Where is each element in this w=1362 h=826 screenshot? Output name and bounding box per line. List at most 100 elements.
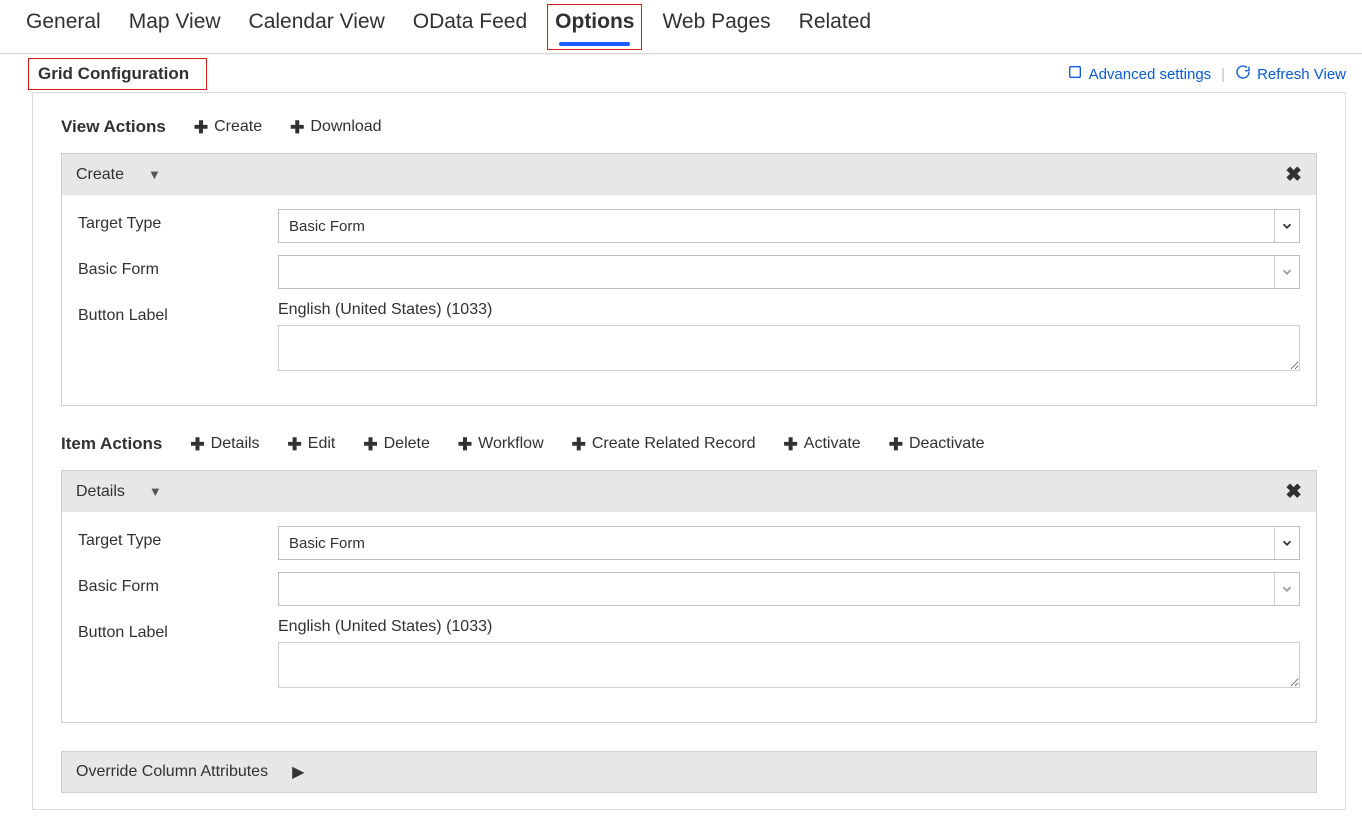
field-label: Button Label [78,618,278,642]
create-panel: Create ▼ ✖ Target Type Basic Form [61,153,1317,406]
panel-body: Target Type Basic Form Basic Form [62,512,1316,722]
tab-calendar-view[interactable]: Calendar View [249,10,385,36]
tab-label: Options [555,10,634,33]
button-label-input[interactable] [278,325,1300,371]
add-deactivate-button[interactable]: ✚ Deactivate [889,435,985,453]
plus-icon: ✚ [572,436,586,453]
chevron-down-icon: ▼ [148,167,161,182]
tab-odata-feed[interactable]: OData Feed [413,10,527,36]
link-label: Advanced settings [1089,66,1212,83]
header-right-links: Advanced settings | Refresh View [1067,64,1346,84]
group-header: View Actions ✚ Create ✚ Download [61,117,1317,137]
tab-options[interactable]: Options [555,10,634,36]
button-label: Edit [308,435,336,453]
field-label: Button Label [78,301,278,325]
button-label: Workflow [478,435,544,453]
selected-value: Basic Form [289,535,365,552]
group-header: Item Actions ✚ Details ✚ Edit ✚ Delete ✚… [61,434,1317,454]
tab-label: Web Pages [662,10,770,33]
tab-strip: General Map View Calendar View OData Fee… [0,0,1362,49]
refresh-view-link[interactable]: Refresh View [1235,64,1346,84]
panel-header[interactable]: Details ▼ ✖ [62,471,1316,512]
panel-header[interactable]: Create ▼ ✖ [62,154,1316,195]
panel-title: Details [76,483,125,501]
group-title: Item Actions [61,434,162,454]
refresh-icon [1235,64,1251,84]
tab-label: Map View [129,10,221,33]
tab-label: Related [799,10,871,33]
tab-label: Calendar View [249,10,385,33]
target-type-row: Target Type Basic Form [78,209,1300,243]
plus-icon: ✚ [190,436,204,453]
field-label: Basic Form [78,572,278,596]
override-column-attributes-bar[interactable]: Override Column Attributes ▶ [61,751,1317,793]
tab-general[interactable]: General [26,10,101,36]
button-label: Details [211,435,260,453]
basic-form-row: Basic Form [78,572,1300,606]
view-actions-group: View Actions ✚ Create ✚ Download Create … [61,117,1317,406]
chevron-down-icon: ▼ [149,484,162,499]
group-title: View Actions [61,117,166,137]
button-label: Create [214,118,262,136]
lang-label: English (United States) (1033) [278,618,1300,636]
add-activate-button[interactable]: ✚ Activate [784,435,861,453]
panel-body: Target Type Basic Form Basic Form [62,195,1316,405]
chevron-down-icon [1274,527,1299,559]
add-details-button[interactable]: ✚ Details [190,435,259,453]
divider: | [1221,66,1225,83]
chevron-down-icon [1274,210,1299,242]
button-label: Create Related Record [592,435,756,453]
basic-form-select[interactable] [278,572,1300,606]
tab-map-view[interactable]: Map View [129,10,221,36]
plus-icon: ✚ [288,436,302,453]
tab-label: General [26,10,101,33]
button-label-input[interactable] [278,642,1300,688]
plus-icon: ✚ [458,436,472,453]
section-title: Grid Configuration [38,64,189,83]
add-download-button[interactable]: ✚ Download [290,118,381,136]
button-label-row: Button Label English (United States) (10… [78,618,1300,692]
tab-web-pages[interactable]: Web Pages [662,10,770,36]
tab-label: OData Feed [413,10,527,33]
button-label-row: Button Label English (United States) (10… [78,301,1300,375]
field-label: Target Type [78,209,278,233]
chevron-down-icon [1274,256,1299,288]
add-delete-button[interactable]: ✚ Delete [363,435,430,453]
plus-icon: ✚ [194,119,208,136]
button-label: Download [310,118,381,136]
field-label: Target Type [78,526,278,550]
section-header-row: Grid Configuration Advanced settings | R… [0,54,1362,92]
add-create-related-button[interactable]: ✚ Create Related Record [572,435,756,453]
add-workflow-button[interactable]: ✚ Workflow [458,435,544,453]
add-edit-button[interactable]: ✚ Edit [288,435,336,453]
panel-title: Create [76,166,124,184]
plus-icon: ✚ [784,436,798,453]
tab-related[interactable]: Related [799,10,871,36]
target-type-select[interactable]: Basic Form [278,209,1300,243]
advanced-settings-link[interactable]: Advanced settings [1067,64,1212,84]
lang-label: English (United States) (1033) [278,301,1300,319]
button-label: Delete [384,435,430,453]
selected-value: Basic Form [289,218,365,235]
plus-icon: ✚ [290,119,304,136]
details-panel: Details ▼ ✖ Target Type Basic Form [61,470,1317,723]
basic-form-row: Basic Form [78,255,1300,289]
close-icon[interactable]: ✖ [1285,479,1302,504]
basic-form-select[interactable] [278,255,1300,289]
plus-icon: ✚ [363,436,377,453]
chevron-right-icon: ▶ [292,762,304,782]
bar-label: Override Column Attributes [76,763,268,781]
link-label: Refresh View [1257,66,1346,83]
grid-configuration-box: View Actions ✚ Create ✚ Download Create … [32,92,1346,810]
add-create-button[interactable]: ✚ Create [194,118,262,136]
chevron-down-icon [1274,573,1299,605]
plus-icon: ✚ [889,436,903,453]
button-label: Activate [804,435,861,453]
target-type-row: Target Type Basic Form [78,526,1300,560]
button-label: Deactivate [909,435,985,453]
expand-icon [1067,64,1083,84]
field-label: Basic Form [78,255,278,279]
target-type-select[interactable]: Basic Form [278,526,1300,560]
close-icon[interactable]: ✖ [1285,162,1302,187]
item-actions-group: Item Actions ✚ Details ✚ Edit ✚ Delete ✚… [61,434,1317,723]
